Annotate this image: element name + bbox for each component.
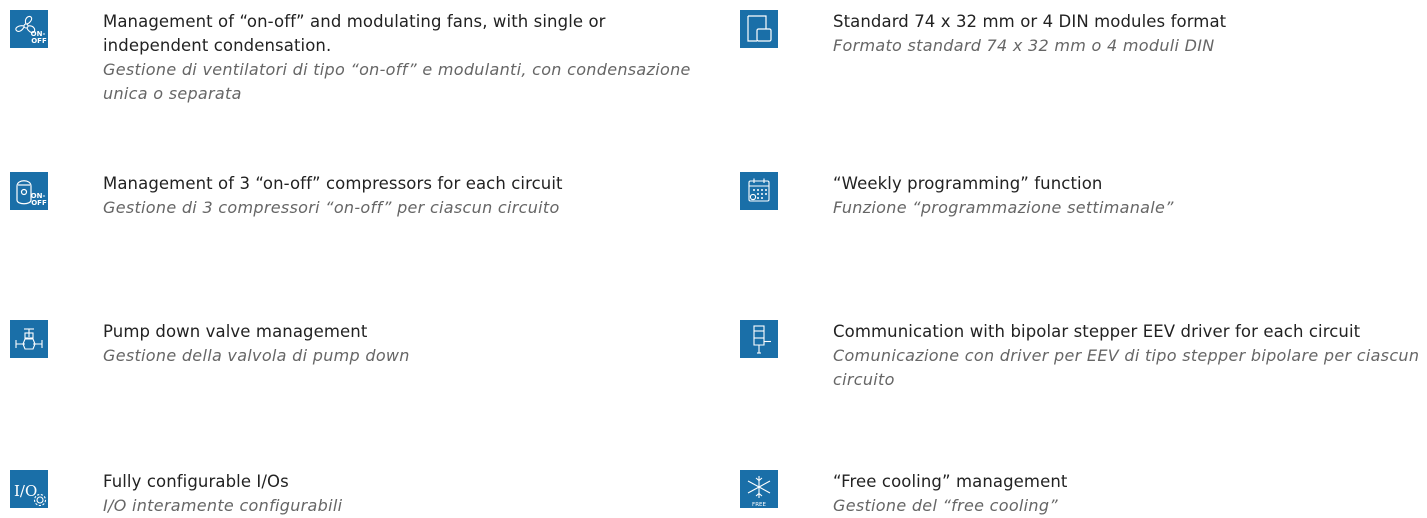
weekly-calendar-icon — [740, 172, 778, 210]
feature-subtitle: Formato standard 74 x 32 mm o 4 moduli D… — [833, 36, 1215, 55]
free-cooling-icon: FREE — [740, 470, 778, 508]
free-icon-label: FREE — [752, 502, 766, 508]
io-icon-label: I/O — [14, 482, 37, 500]
feature-title: Management of “on-off” and modulating fa… — [103, 12, 606, 55]
compressor-on-off-icon: ON- OFF — [10, 172, 48, 210]
fan-on-off-icon: ON- OFF — [10, 10, 48, 48]
feature-title: Fully configurable I/Os — [103, 472, 289, 491]
feature-subtitle: Gestione di 3 compressori “on-off” per c… — [103, 198, 560, 217]
on-off-label-line2: OFF — [31, 37, 47, 45]
io-config-icon: I/O — [10, 470, 48, 508]
on-off-label-line2: OFF — [31, 199, 47, 207]
feature-subtitle: Gestione della valvola di pump down — [103, 346, 410, 365]
eev-driver-icon — [740, 320, 778, 358]
pump-down-valve-icon — [10, 320, 48, 358]
feature-subtitle: Funzione “programmazione settimanale” — [833, 198, 1174, 217]
feature-subtitle: Gestione del “free cooling” — [833, 496, 1058, 515]
feature-title: “Weekly programming” function — [833, 174, 1103, 193]
module-format-icon — [740, 10, 778, 48]
feature-title: Pump down valve management — [103, 322, 368, 341]
feature-title: Communication with bipolar stepper EEV d… — [833, 322, 1361, 341]
feature-subtitle: Gestione di ventilatori di tipo “on-off”… — [103, 60, 691, 103]
feature-subtitle: Comunicazione con driver per EEV di tipo… — [833, 346, 1420, 389]
feature-list: ON- OFF Management of “on-off” and modul… — [0, 0, 1427, 518]
feature-title: Management of 3 “on-off” compressors for… — [103, 174, 563, 193]
feature-title: Standard 74 x 32 mm or 4 DIN modules for… — [833, 12, 1227, 31]
feature-subtitle: I/O interamente configurabili — [103, 496, 343, 515]
feature-title: “Free cooling” management — [833, 472, 1068, 491]
